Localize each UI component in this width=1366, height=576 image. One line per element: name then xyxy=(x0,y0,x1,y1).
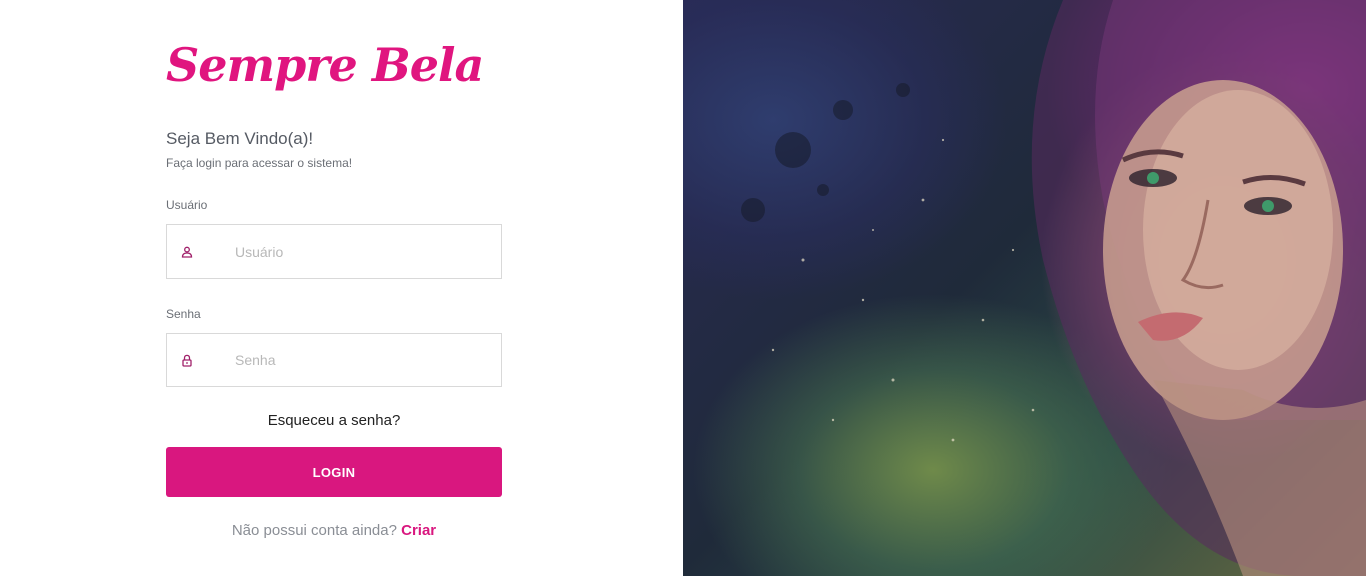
create-account-link[interactable]: Criar xyxy=(401,522,436,539)
login-button[interactable]: LOGIN xyxy=(166,447,502,497)
signup-prompt: Não possui conta ainda? Criar xyxy=(166,522,502,539)
user-icon xyxy=(167,246,207,258)
username-input[interactable] xyxy=(235,243,475,260)
hero-portrait-artwork xyxy=(741,0,1366,576)
username-field[interactable] xyxy=(166,224,502,279)
brand-logo: Sempre Bela xyxy=(166,38,484,92)
password-label: Senha xyxy=(166,307,201,321)
welcome-subtitle: Faça login para acessar o sistema! xyxy=(166,156,353,170)
forgot-password-link[interactable]: Esqueceu a senha? xyxy=(166,412,502,429)
welcome-heading: Seja Bem Vindo(a)! xyxy=(166,129,314,148)
username-label: Usuário xyxy=(166,198,208,212)
login-panel: Sempre Bela Seja Bem Vindo(a)! Faça logi… xyxy=(0,0,683,576)
signup-prompt-text: Não possui conta ainda? xyxy=(231,522,397,539)
lock-icon xyxy=(167,354,207,367)
password-field[interactable] xyxy=(166,333,502,387)
password-input[interactable] xyxy=(235,352,475,368)
hero-image xyxy=(683,0,1366,576)
